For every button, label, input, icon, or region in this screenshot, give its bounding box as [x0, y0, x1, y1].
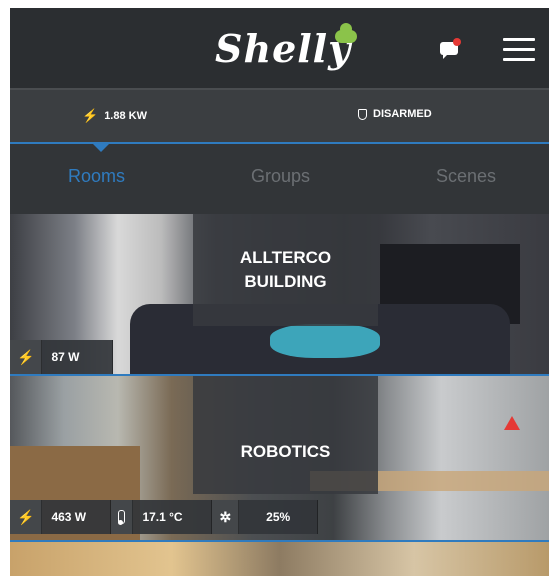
- hamburger-menu-icon[interactable]: [503, 38, 535, 62]
- notification-dot: [453, 38, 461, 46]
- lightning-icon: ⚡: [10, 500, 43, 534]
- total-power-status: ⚡ 1.88 KW: [82, 108, 147, 124]
- status-bar: ⚡ 1.88 KW DISARMED: [10, 88, 549, 142]
- shelly-logo: Shelly: [215, 26, 352, 71]
- security-value: DISARMED: [373, 108, 432, 120]
- room-card-partial[interactable]: [10, 542, 549, 576]
- shield-icon: [358, 108, 367, 120]
- room-temperature-value: 17.1 °C: [133, 500, 213, 534]
- app-header: Shelly: [10, 8, 549, 88]
- lightning-icon: ⚡: [10, 340, 43, 374]
- app-window: Shelly ⚡ 1.88 KW DISARMED Rooms Groups S…: [10, 8, 549, 576]
- room-name-label: ALLTERCO BUILDING: [193, 214, 378, 326]
- room-power-value: 87 W: [42, 340, 114, 374]
- room-metrics-bar: ⚡ 87 W: [10, 340, 114, 374]
- room-card-robotics[interactable]: ROBOTICS ⚡ 463 W 17.1 °C ✲ 25%: [10, 376, 549, 540]
- room-name-line: BUILDING: [244, 272, 327, 291]
- thermometer-icon: [111, 500, 134, 534]
- tab-bar: Rooms Groups Scenes: [10, 142, 549, 214]
- warning-icon: [504, 416, 520, 430]
- room-metrics-bar: ⚡ 463 W 17.1 °C ✲ 25%: [10, 500, 319, 534]
- tab-rooms[interactable]: Rooms: [68, 166, 125, 187]
- menu-line: [503, 58, 535, 61]
- total-power-value: 1.88 KW: [104, 110, 147, 122]
- cloud-icon: [335, 23, 357, 43]
- room-photo-detail: [270, 324, 380, 358]
- room-name-label: ROBOTICS: [193, 376, 378, 494]
- security-status[interactable]: DISARMED: [358, 108, 432, 120]
- room-humidity-value: 25%: [239, 500, 319, 534]
- tab-scenes[interactable]: Scenes: [436, 166, 496, 187]
- tab-groups[interactable]: Groups: [251, 166, 310, 187]
- room-card-allterco-building[interactable]: ALLTERCO BUILDING ⚡ 87 W: [10, 214, 549, 374]
- room-name-line: ALLTERCO: [239, 248, 332, 267]
- lightning-icon: ⚡: [82, 108, 99, 123]
- active-tab-pointer: [92, 143, 110, 152]
- menu-line: [503, 48, 535, 51]
- chat-bubble-icon[interactable]: [440, 38, 462, 60]
- humidity-icon: ✲: [212, 500, 240, 534]
- menu-line: [503, 38, 535, 41]
- room-power-value: 463 W: [42, 500, 112, 534]
